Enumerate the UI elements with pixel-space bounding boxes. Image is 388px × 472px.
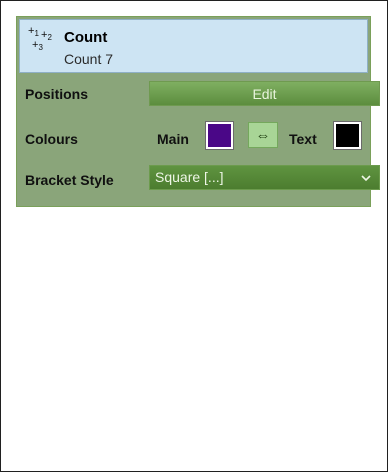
chevron-down-icon xyxy=(361,175,371,182)
bracket-style-value: Square [...] xyxy=(155,169,224,185)
main-colour-label: Main xyxy=(157,131,189,147)
colours-label: Colours xyxy=(25,131,78,147)
edit-button-label: Edit xyxy=(252,85,277,102)
bracket-style-select[interactable]: Square [...] xyxy=(149,165,380,190)
count-settings-panel: +1 +2 +3 Count Count 7 Positions Edit Co… xyxy=(16,16,380,207)
swap-arrows-icon: ⇔ xyxy=(255,126,271,144)
bracket-style-label: Bracket Style xyxy=(25,172,114,188)
main-colour-swatch[interactable] xyxy=(205,121,234,150)
panel-title: Count xyxy=(64,29,108,46)
panel-subtitle: Count 7 xyxy=(64,51,114,67)
text-colour-label: Text xyxy=(289,131,317,147)
swap-colours-button[interactable]: ⇔ xyxy=(248,122,278,148)
count-icon: +1 +2 +3 xyxy=(28,25,52,52)
text-colour-swatch[interactable] xyxy=(333,121,362,150)
edit-positions-button[interactable]: Edit xyxy=(149,81,380,106)
panel-header: +1 +2 +3 Count Count 7 xyxy=(19,19,368,73)
positions-label: Positions xyxy=(25,86,89,102)
